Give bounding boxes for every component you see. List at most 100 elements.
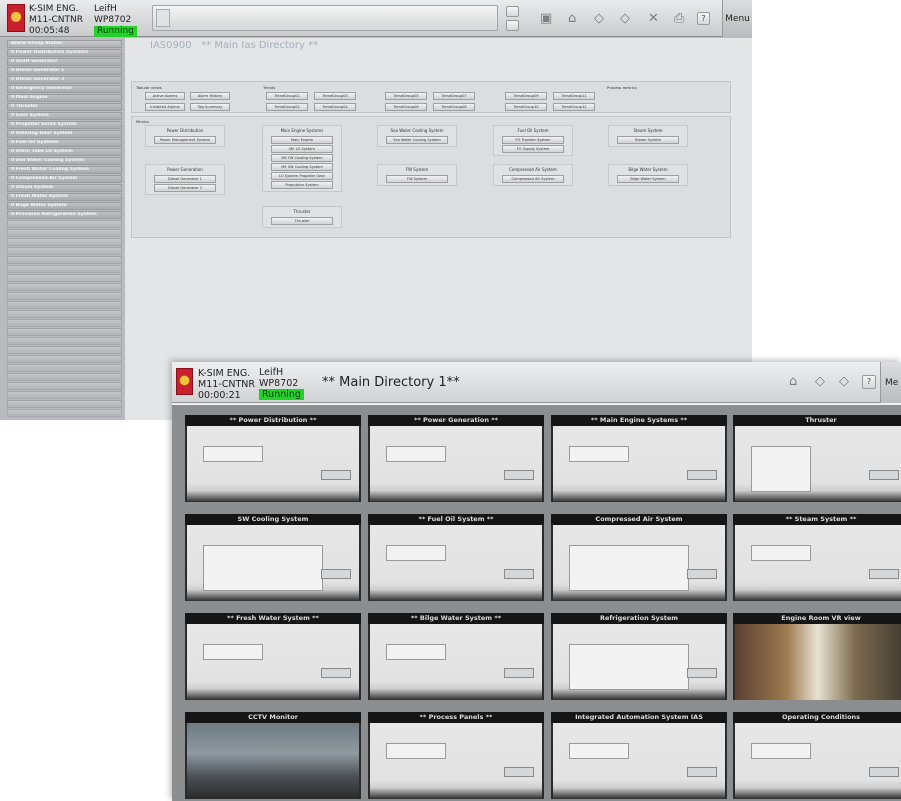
sidebar-item[interactable]: 0 Fresh Water System — [7, 193, 122, 201]
tile-preview — [735, 723, 901, 799]
scroll-up-button[interactable] — [506, 6, 519, 17]
trend-group-button[interactable]: TrendGroup10 — [505, 103, 547, 111]
tile-preview — [735, 624, 901, 700]
trend-group-button[interactable]: TrendGroup11 — [553, 92, 595, 100]
directory-tile[interactable]: Engine Room VR view — [733, 613, 901, 700]
back-icon[interactable]: ◇ — [594, 12, 604, 26]
sidebar-item[interactable]: 0 Compressed Air System — [7, 175, 122, 183]
trend-group-button[interactable]: TrendGroup06 — [385, 103, 427, 111]
directory-tile[interactable]: ** Power Generation ** — [368, 415, 544, 502]
mimic-button[interactable]: Diesel Generator 2 — [154, 184, 216, 192]
sidebar-item[interactable]: 0 Bilge Water System — [7, 202, 122, 210]
directory-tile[interactable]: ** Bilge Water System ** — [368, 613, 544, 700]
sidebar-item[interactable]: 0 Emergency Generator — [7, 85, 122, 93]
trend-group-button[interactable]: TrendGroup05 — [385, 92, 427, 100]
alarm-silence-icon[interactable]: ✕ — [648, 12, 659, 26]
help-button[interactable]: ? — [697, 12, 710, 25]
mimic-button[interactable]: LO System Propeller Gear — [271, 172, 333, 180]
mimic-group: Fuel Oil System FO Transfer System FO Supp… — [493, 125, 573, 156]
mimic-button[interactable]: Steam System — [617, 136, 679, 144]
menu-button[interactable]: Me — [880, 362, 901, 403]
tile-preview — [735, 426, 901, 502]
trend-group-button[interactable]: TrendGroup12 — [553, 103, 595, 111]
printer-icon[interactable]: ⎙ — [674, 12, 684, 26]
mimic-group-title: Steam System — [633, 128, 663, 133]
directory-tile[interactable]: Thruster — [733, 415, 901, 502]
sidebar-item[interactable]: 0 Thruster — [7, 103, 122, 111]
tabular-view-button[interactable]: Alarm History — [190, 92, 230, 100]
trend-group-button[interactable]: TrendGroup07 — [433, 92, 475, 100]
tabular-view-button[interactable]: Active Alarms — [145, 92, 185, 100]
menu-button[interactable]: Menu — [722, 0, 752, 37]
directory-tile[interactable]: Refrigeration System — [551, 613, 727, 700]
trend-group-button[interactable]: TrendGroup03 — [314, 92, 356, 100]
trend-group-button[interactable]: TrendGroup04 — [314, 103, 356, 111]
command-bar-handle[interactable] — [156, 9, 170, 27]
sidebar-item[interactable]: 0 Diesel Generator 1 — [7, 67, 122, 75]
sidebar-item[interactable]: 0 Provision Refrigeration System — [7, 211, 122, 219]
tabular-view-button[interactable]: Inhibited Alarms — [145, 103, 185, 111]
sidebar-item[interactable]: 0 Fuel Oil Systems — [7, 139, 122, 147]
mimic-group-title: Power Generation — [167, 167, 203, 172]
sidebar-item[interactable]: 0 Fresh Water Cooling System — [7, 166, 122, 174]
trend-group-button[interactable]: TrendGroup09 — [505, 92, 547, 100]
help-button[interactable]: ? — [862, 375, 876, 389]
sidebar-item[interactable]: 0 Shaft Generator — [7, 58, 122, 66]
user-name: LeifH — [94, 4, 117, 14]
directory-tile[interactable]: Compressed Air System — [551, 514, 727, 601]
sidebar-item[interactable]: 0 Steam System — [7, 184, 122, 192]
header-bar: K-SIM ENG. M11-CNTNR 00:05:48 LeifH WP87… — [0, 0, 752, 37]
mimic-button[interactable]: Thruster — [271, 217, 333, 225]
tabular-view-button[interactable]: Tag Summary — [190, 103, 230, 111]
mimic-button[interactable]: ME SW Cooling System — [271, 163, 333, 171]
directory-tile[interactable]: ** Fresh Water System ** — [185, 613, 361, 700]
directory-tile[interactable]: ** Process Panels ** — [368, 712, 544, 799]
sidebar-item[interactable]: 0 Main Engine — [7, 94, 122, 102]
mimic-button[interactable]: Propulsion System — [271, 181, 333, 189]
directory-tile[interactable]: ** Main Engine Systems ** — [551, 415, 727, 502]
mimic-button[interactable]: ME FW Cooling System — [271, 154, 333, 162]
trend-group-button[interactable]: TrendGroup08 — [433, 103, 475, 111]
directory-tile[interactable]: Operating Conditions — [733, 712, 901, 799]
mimic-group-title: Power Distribution — [166, 128, 204, 133]
mimic-button[interactable]: Sea Water Cooling System — [386, 136, 448, 144]
mimic-group-title: Bilge Water System — [628, 167, 668, 172]
mimic-button[interactable]: Compressed Air System — [502, 175, 564, 183]
print-screen-icon[interactable]: ▣ — [540, 12, 552, 26]
mimic-button[interactable]: FO Supply System — [502, 145, 564, 153]
back-icon[interactable]: ◇ — [815, 375, 825, 389]
directory-tile[interactable]: SW Cooling System — [185, 514, 361, 601]
sidebar-item[interactable]: 0 Propeller Servo System — [7, 121, 122, 129]
mimic-button[interactable]: Bilge Water System — [617, 175, 679, 183]
tile-title: Operating Conditions — [733, 712, 901, 723]
directory-tile[interactable]: ** Fuel Oil System ** — [368, 514, 544, 601]
mimic-button[interactable]: FO Transfer System — [502, 136, 564, 144]
mimic-button[interactable]: Power Management System — [154, 136, 216, 144]
sidebar-item[interactable]: 0 Power Distribution Systems — [7, 49, 122, 57]
forward-icon[interactable]: ◇ — [839, 375, 849, 389]
scroll-down-button[interactable] — [506, 20, 519, 31]
sidebar-item[interactable]: 0 Gear System — [7, 112, 122, 120]
directory-tile[interactable]: ** Power Distribution ** — [185, 415, 361, 502]
mimic-button[interactable]: Main Engine — [271, 136, 333, 144]
home-icon[interactable]: ⌂ — [568, 12, 576, 26]
directory-tile[interactable]: CCTV Monitor — [185, 712, 361, 799]
directory-tile[interactable]: ** Steam System ** — [733, 514, 901, 601]
mimic-button[interactable]: FW System — [386, 175, 448, 183]
sidebar-item[interactable]: 0 Diesel Generator 2 — [7, 76, 122, 84]
sidebar-item[interactable]: 0 Sea Water Cooling System — [7, 157, 122, 165]
trend-group-button[interactable]: TrendGroup01 — [266, 92, 308, 100]
sidebar-item[interactable]: Alarm Group States — [7, 40, 122, 48]
trend-group-button[interactable]: TrendGroup02 — [266, 103, 308, 111]
forward-icon[interactable]: ◇ — [620, 12, 630, 26]
home-icon[interactable]: ⌂ — [789, 375, 797, 389]
command-bar[interactable] — [152, 5, 498, 31]
mimic-button[interactable]: Diesel Generator 1 — [154, 175, 216, 183]
tile-diagram — [569, 743, 629, 759]
sidebar-item[interactable]: 0 Steering Gear System — [7, 130, 122, 138]
mimic-button[interactable]: ME LO System — [271, 145, 333, 153]
sidebar-empty-slot — [7, 364, 122, 372]
sidebar-item[interactable]: 0 Stern Tube LO System — [7, 148, 122, 156]
sidebar-empty-slot — [7, 256, 122, 264]
directory-tile[interactable]: Integrated Automation System IAS — [551, 712, 727, 799]
